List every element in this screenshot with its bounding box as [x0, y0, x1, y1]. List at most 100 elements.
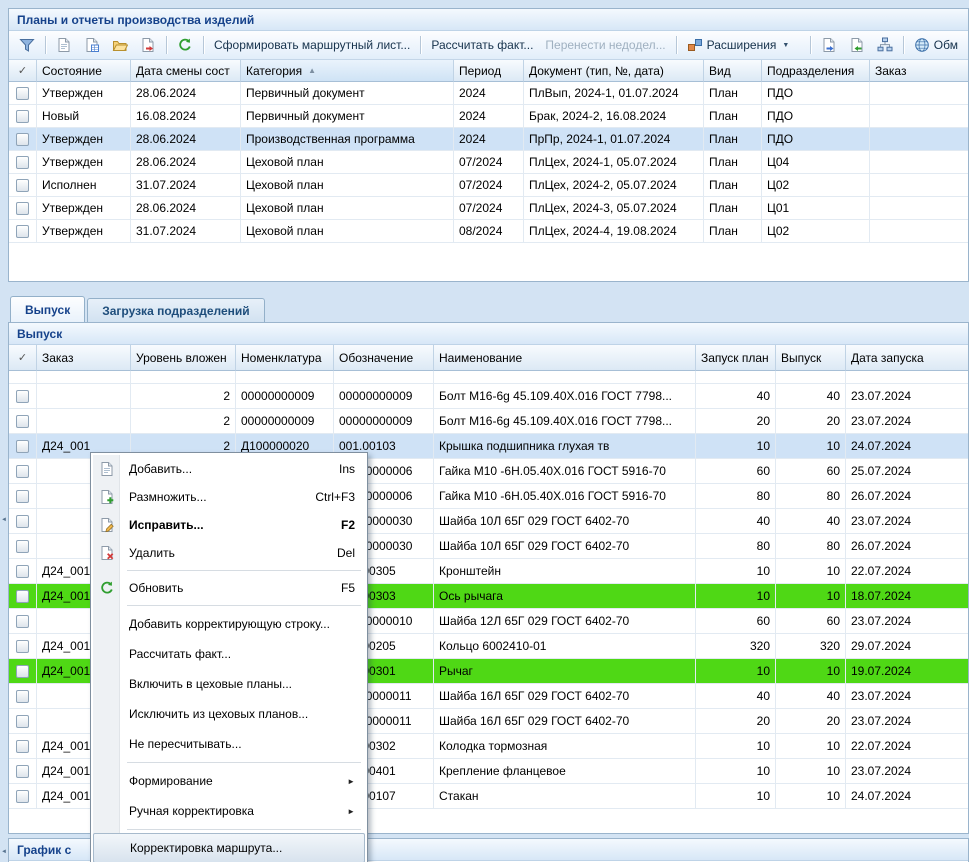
- export-document-button[interactable]: [134, 34, 162, 56]
- row-checkbox[interactable]: [16, 202, 29, 215]
- extensions-button[interactable]: Расширения ▼: [681, 34, 796, 56]
- cell: 28.06.2024: [131, 151, 241, 174]
- exchange-button[interactable]: Обм: [908, 34, 964, 56]
- column-header-7[interactable]: Выпуск: [776, 345, 846, 371]
- toolbar-separator: [203, 36, 204, 54]
- add-to-table-button[interactable]: [78, 34, 106, 56]
- menu-item[interactable]: Размножить...Ctrl+F3: [93, 483, 365, 511]
- row-checkbox[interactable]: [16, 179, 29, 192]
- menu-item[interactable]: Исключить из цеховых планов...: [93, 699, 365, 729]
- column-header-6[interactable]: Вид: [704, 60, 762, 82]
- column-header-1[interactable]: Заказ: [37, 345, 131, 371]
- row-checkbox[interactable]: [16, 490, 29, 503]
- splitter-collapse-icon[interactable]: ◄: [0, 842, 8, 862]
- tab-zagruzka-podrazdeleniy[interactable]: Загрузка подразделений: [87, 298, 264, 322]
- form-route-list-button[interactable]: Сформировать маршрутный лист...: [208, 35, 416, 55]
- menu-item[interactable]: ОбновитьF5: [93, 574, 365, 602]
- menu-item[interactable]: Исправить...F2: [93, 511, 365, 539]
- cell: 23.07.2024: [846, 709, 968, 734]
- toolbar-separator: [676, 36, 677, 54]
- cell: 07/2024: [454, 151, 524, 174]
- table-row[interactable]: Утвержден28.06.2024Цеховой план07/2024Пл…: [9, 197, 968, 220]
- table-row[interactable]: [9, 371, 968, 384]
- row-checkbox[interactable]: [16, 790, 29, 803]
- cell: 10: [696, 559, 776, 584]
- cell: План: [704, 82, 762, 105]
- row-checkbox[interactable]: [16, 515, 29, 528]
- row-checkbox[interactable]: [16, 665, 29, 678]
- column-header-5[interactable]: Документ (тип, №, дата): [524, 60, 704, 82]
- table-row[interactable]: Утвержден31.07.2024Цеховой план08/2024Пл…: [9, 220, 968, 243]
- table-row[interactable]: Новый16.08.2024Первичный документ2024Бра…: [9, 105, 968, 128]
- row-checkbox[interactable]: [16, 110, 29, 123]
- menu-item[interactable]: Не пересчитывать...: [93, 729, 365, 759]
- menu-item[interactable]: Формирование►: [93, 766, 365, 796]
- splitter-collapse-icon[interactable]: ◄: [0, 510, 8, 530]
- column-header-5[interactable]: Наименование: [434, 345, 696, 371]
- menu-item[interactable]: Включить в цеховые планы...: [93, 669, 365, 699]
- row-checkbox[interactable]: [16, 225, 29, 238]
- column-header-4[interactable]: Период: [454, 60, 524, 82]
- row-checkbox[interactable]: [16, 133, 29, 146]
- cell: 2024: [454, 105, 524, 128]
- row-checkbox[interactable]: [16, 690, 29, 703]
- column-header-6[interactable]: Запуск план: [696, 345, 776, 371]
- open-button[interactable]: [106, 34, 134, 56]
- menu-item[interactable]: Добавить корректирующую строку...: [93, 609, 365, 639]
- table-row[interactable]: Исполнен31.07.2024Цеховой план07/2024ПлЦ…: [9, 174, 968, 197]
- calc-fact-button[interactable]: Рассчитать факт...: [425, 35, 539, 55]
- export-file-button[interactable]: [815, 34, 843, 56]
- hierarchy-button[interactable]: [871, 34, 899, 56]
- row-checkbox[interactable]: [16, 565, 29, 578]
- column-header-3[interactable]: Категория▲: [241, 60, 454, 82]
- column-header-2[interactable]: Дата смены сост: [131, 60, 241, 82]
- cell: 24.07.2024: [846, 434, 968, 459]
- column-header-2[interactable]: Уровень вложен: [131, 345, 236, 371]
- column-header-label: Уровень вложен: [136, 351, 227, 365]
- row-checkbox[interactable]: [16, 715, 29, 728]
- select-all-header[interactable]: ✓: [9, 345, 37, 371]
- row-checkbox[interactable]: [16, 765, 29, 778]
- row-checkbox[interactable]: [16, 615, 29, 628]
- refresh-button[interactable]: [171, 34, 199, 56]
- row-checkbox[interactable]: [16, 590, 29, 603]
- column-header-8[interactable]: Дата запуска: [846, 345, 968, 371]
- menu-item-label: Обновить: [129, 581, 183, 595]
- row-checkbox[interactable]: [16, 740, 29, 753]
- column-header-8[interactable]: Заказ: [870, 60, 968, 82]
- new-document-button[interactable]: [50, 34, 78, 56]
- table-row[interactable]: Утвержден28.06.2024Производственная прог…: [9, 128, 968, 151]
- cell: [846, 371, 968, 384]
- menu-item[interactable]: Корректировка маршрута...: [93, 833, 365, 862]
- cell: 07/2024: [454, 174, 524, 197]
- column-header-4[interactable]: Обозначение: [334, 345, 434, 371]
- cell: Утвержден: [37, 151, 131, 174]
- cell: Кольцо 6002410-01: [434, 634, 696, 659]
- table-row[interactable]: Утвержден28.06.2024Цеховой план07/2024Пл…: [9, 151, 968, 174]
- cell: [37, 384, 131, 409]
- row-checkbox[interactable]: [16, 440, 29, 453]
- column-header-3[interactable]: Номенклатура: [236, 345, 334, 371]
- row-checkbox[interactable]: [16, 87, 29, 100]
- row-checkbox[interactable]: [16, 640, 29, 653]
- menu-item[interactable]: Добавить...Ins: [93, 455, 365, 483]
- select-all-header[interactable]: ✓: [9, 60, 37, 82]
- tab-vypusk[interactable]: Выпуск: [10, 296, 85, 322]
- menu-item[interactable]: Рассчитать факт...: [93, 639, 365, 669]
- menu-item[interactable]: Ручная корректировка►: [93, 796, 365, 826]
- table-row[interactable]: 20000000000900000000009Болт М16-6g 45.10…: [9, 384, 968, 409]
- cell: 2024: [454, 82, 524, 105]
- column-header-7[interactable]: Подразделения: [762, 60, 870, 82]
- row-checkbox[interactable]: [16, 156, 29, 169]
- table-row[interactable]: 20000000000900000000009Болт М16-6g 45.10…: [9, 409, 968, 434]
- row-checkbox[interactable]: [16, 540, 29, 553]
- column-header-1[interactable]: Состояние: [37, 60, 131, 82]
- row-checkbox[interactable]: [16, 390, 29, 403]
- table-row[interactable]: Утвержден28.06.2024Первичный документ202…: [9, 82, 968, 105]
- row-checkbox[interactable]: [16, 465, 29, 478]
- submenu-arrow-icon: ►: [347, 807, 355, 816]
- menu-item[interactable]: УдалитьDel: [93, 539, 365, 567]
- import-file-button[interactable]: [843, 34, 871, 56]
- filter-button[interactable]: [13, 34, 41, 56]
- row-checkbox[interactable]: [16, 415, 29, 428]
